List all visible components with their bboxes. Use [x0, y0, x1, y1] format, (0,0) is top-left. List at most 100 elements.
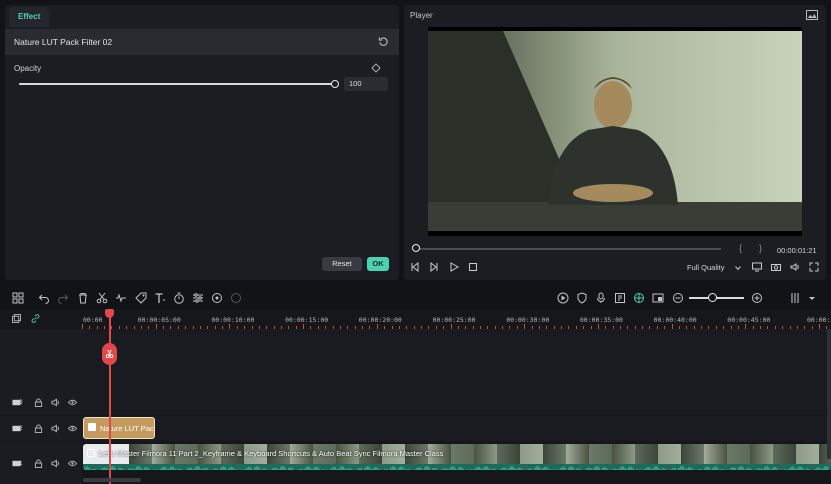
track-lane-3[interactable] — [82, 329, 831, 415]
chevron-down-icon[interactable] — [806, 292, 818, 304]
playhead-handle[interactable] — [105, 309, 114, 318]
clip-thumbnail — [451, 444, 474, 464]
mark-in-button[interactable]: { — [739, 243, 742, 253]
scissors-icon[interactable] — [96, 292, 108, 304]
layout-grid-icon[interactable] — [12, 292, 24, 304]
clip-thumbnail — [520, 444, 543, 464]
track-number: 3 — [19, 399, 23, 406]
audio-split-icon[interactable] — [115, 292, 127, 304]
view-columns-icon[interactable] — [790, 292, 802, 304]
chevron-down-icon[interactable] — [735, 264, 741, 271]
quality-select[interactable]: Full Quality — [687, 263, 725, 272]
scissors-icon — [105, 349, 114, 358]
track-header-3: 3 — [0, 329, 82, 415]
waveform-path — [83, 466, 830, 470]
volume-icon[interactable] — [790, 262, 800, 272]
keyframe-diamond-icon[interactable] — [371, 63, 381, 73]
clip-thumbnail — [635, 444, 658, 464]
track-header-1: 1 — [0, 442, 82, 484]
filter-name: Nature LUT Pack Filter 02 — [14, 37, 113, 47]
snap-icon[interactable] — [633, 292, 645, 304]
tag-icon[interactable] — [135, 292, 147, 304]
render-play-icon[interactable] — [557, 292, 569, 304]
tab-effect[interactable]: Effect — [9, 7, 50, 27]
speaker-icon[interactable] — [51, 459, 60, 468]
stop-icon[interactable] — [468, 262, 478, 272]
eye-icon[interactable] — [68, 398, 77, 407]
clip-thumbnail — [658, 444, 681, 464]
ruler-label: 00:00:45:00 — [727, 316, 771, 324]
fullscreen-icon[interactable] — [809, 262, 819, 272]
video-clip-label: Let's Master Filmora 11 Part 2_Keyframe … — [99, 449, 444, 458]
time-ruler[interactable]: 00:00 00:00:05:00 00:00:10:00 00:00:15:00 00… — [82, 309, 831, 329]
ruler-label: 00:00 — [83, 316, 103, 324]
clip-thumbnail — [543, 444, 566, 464]
timeline: 00:00 00:00:05:00 00:00:10:00 00:00:15:00 00… — [0, 309, 831, 484]
undo-icon[interactable] — [38, 292, 50, 304]
camera-icon[interactable] — [771, 262, 781, 272]
ruler-label: 00:00:20:00 — [358, 316, 402, 324]
playhead-line[interactable] — [109, 314, 111, 484]
color-match-icon[interactable] — [211, 292, 223, 304]
track-header-2: 2 — [0, 416, 82, 441]
delete-icon[interactable] — [77, 292, 89, 304]
video-clip[interactable]: Let's Master Filmora 11 Part 2_Keyframe … — [83, 444, 831, 470]
display-icon[interactable] — [752, 262, 762, 272]
lock-icon[interactable] — [34, 424, 43, 433]
text-icon[interactable] — [154, 292, 166, 304]
ok-button[interactable]: OK — [367, 257, 389, 271]
effect-clip-icon — [88, 423, 96, 431]
playback-scrubber[interactable] — [416, 248, 721, 250]
lock-icon[interactable] — [34, 398, 43, 407]
voiceover-icon[interactable] — [614, 292, 626, 304]
reset-icon[interactable] — [378, 36, 389, 47]
eye-icon[interactable] — [68, 424, 77, 433]
shield-icon[interactable] — [576, 292, 588, 304]
video-preview[interactable] — [428, 27, 802, 236]
lock-icon[interactable] — [34, 459, 43, 468]
timecode: 00:00:01:21 — [777, 246, 817, 255]
ruler-label: 00:00:30:00 — [506, 316, 550, 324]
opacity-slider-track[interactable] — [19, 83, 336, 85]
speaker-icon[interactable] — [51, 398, 60, 407]
track-number: 2 — [19, 425, 23, 432]
timeline-horizontal-scrollbar[interactable] — [83, 478, 141, 482]
speaker-icon[interactable] — [51, 424, 60, 433]
pip-icon[interactable] — [652, 292, 664, 304]
reset-button[interactable]: Reset — [322, 257, 362, 271]
timeline-vertical-scrollbar[interactable] — [827, 329, 831, 459]
playback-scrubber-thumb[interactable] — [412, 244, 420, 252]
mark-out-button[interactable]: } — [759, 243, 762, 253]
filter-header: Nature LUT Pack Filter 02 — [5, 29, 399, 55]
image-icon[interactable] — [806, 10, 818, 20]
zoom-out-icon[interactable] — [672, 292, 684, 304]
split-marker[interactable] — [102, 343, 117, 365]
microphone-icon[interactable] — [595, 292, 607, 304]
ruler-label: 00:00:15:00 — [285, 316, 329, 324]
opacity-slider-thumb[interactable] — [331, 80, 339, 88]
clip-thumbnail — [497, 444, 520, 464]
add-track-icon[interactable] — [12, 314, 21, 323]
redo-icon[interactable] — [57, 292, 69, 304]
link-icon[interactable] — [31, 314, 40, 323]
timer-icon[interactable] — [173, 292, 185, 304]
track-number: 1 — [19, 460, 23, 467]
previous-frame-icon[interactable] — [410, 262, 420, 272]
play-icon[interactable] — [449, 262, 459, 272]
clip-thumbnail — [589, 444, 612, 464]
eye-icon[interactable] — [68, 459, 77, 468]
track-lane-2[interactable] — [82, 416, 831, 441]
video-frame-image — [428, 31, 802, 231]
clip-thumbnail — [773, 444, 796, 464]
ai-icon[interactable] — [230, 292, 242, 304]
clip-thumbnail — [727, 444, 750, 464]
clip-thumbnail — [566, 444, 589, 464]
play-next-frame-icon[interactable] — [429, 262, 439, 272]
player-title: Player — [410, 11, 433, 20]
adjust-icon[interactable] — [192, 292, 204, 304]
effect-clip[interactable]: Nature LUT Pac — [83, 417, 155, 439]
ruler-label: 00:00:05:00 — [137, 316, 181, 324]
opacity-input[interactable]: 100 — [344, 77, 388, 91]
zoom-slider-thumb[interactable] — [708, 293, 717, 302]
zoom-in-icon[interactable] — [751, 292, 763, 304]
